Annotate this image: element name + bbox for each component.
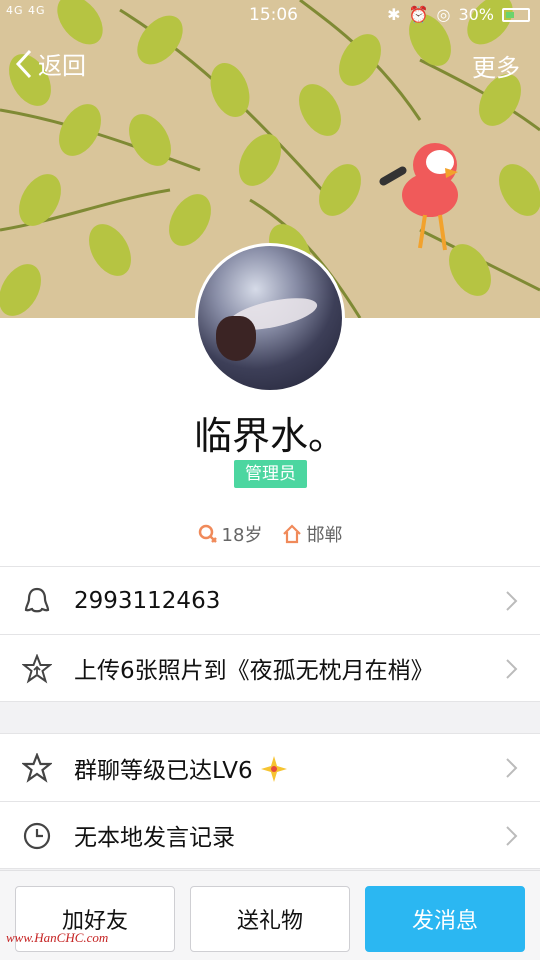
group-level-text: 群聊等级已达LV6 [74,751,288,785]
status-time: 15:06 [249,5,298,25]
info-list-2: 群聊等级已达LV6 无本地发言记录 [0,733,540,869]
location-icon: ◎ [436,5,451,24]
clock-icon [23,822,51,850]
alarm-icon: ⏰ [408,5,429,24]
qq-penguin-icon [24,587,50,613]
qq-number: 2993112463 [74,587,221,614]
star-upload-icon [22,654,52,684]
back-label: 返回 [38,52,86,80]
avatar[interactable] [195,243,345,393]
level-star-icon [22,753,52,783]
more-button[interactable]: 更多 [472,48,520,83]
speech-record-text: 无本地发言记录 [74,825,235,851]
chevron-left-icon [15,49,32,78]
profile-meta: 18岁 邯郸 [0,521,540,547]
chevron-right-icon [506,826,518,846]
group-level-row[interactable]: 群聊等级已达LV6 [0,733,540,801]
chevron-right-icon [506,591,518,611]
back-button[interactable]: 返回 [14,46,86,81]
send-message-button[interactable]: 发消息 [365,886,525,952]
home-icon [283,524,302,544]
gender-female-icon [198,524,217,543]
status-bar: 4G 4G 15:06 ✱ ⏰ ◎ 30% [0,0,540,30]
watermark: www.HanCHC.com [6,930,109,945]
location-label: 邯郸 [306,525,343,546]
bottom-action-bar: 加好友 送礼物 发消息 [0,870,540,960]
role-badge: 管理员 [234,460,307,488]
profile-name: 临界水。 [193,414,346,458]
info-list-1: 2993112463 上传6张照片到《夜孤无枕月在梢》 [0,566,540,702]
parrot-mascot [379,143,458,251]
send-gift-button[interactable]: 送礼物 [190,886,350,952]
chevron-right-icon [506,758,518,778]
upload-activity-row[interactable]: 上传6张照片到《夜孤无枕月在梢》 [0,634,540,702]
speech-record-row[interactable]: 无本地发言记录 [0,801,540,869]
bluetooth-icon: ✱ [387,5,401,24]
battery-percent: 30% [458,5,494,24]
age-label: 18岁 [221,525,263,546]
qq-number-row[interactable]: 2993112463 [0,566,540,634]
chevron-right-icon [506,659,518,679]
battery-icon [502,7,530,22]
sparkle-badge-icon [260,755,287,782]
upload-activity-text: 上传6张照片到《夜孤无枕月在梢》 [74,658,434,684]
signal-icon: 4G 4G [6,4,46,17]
